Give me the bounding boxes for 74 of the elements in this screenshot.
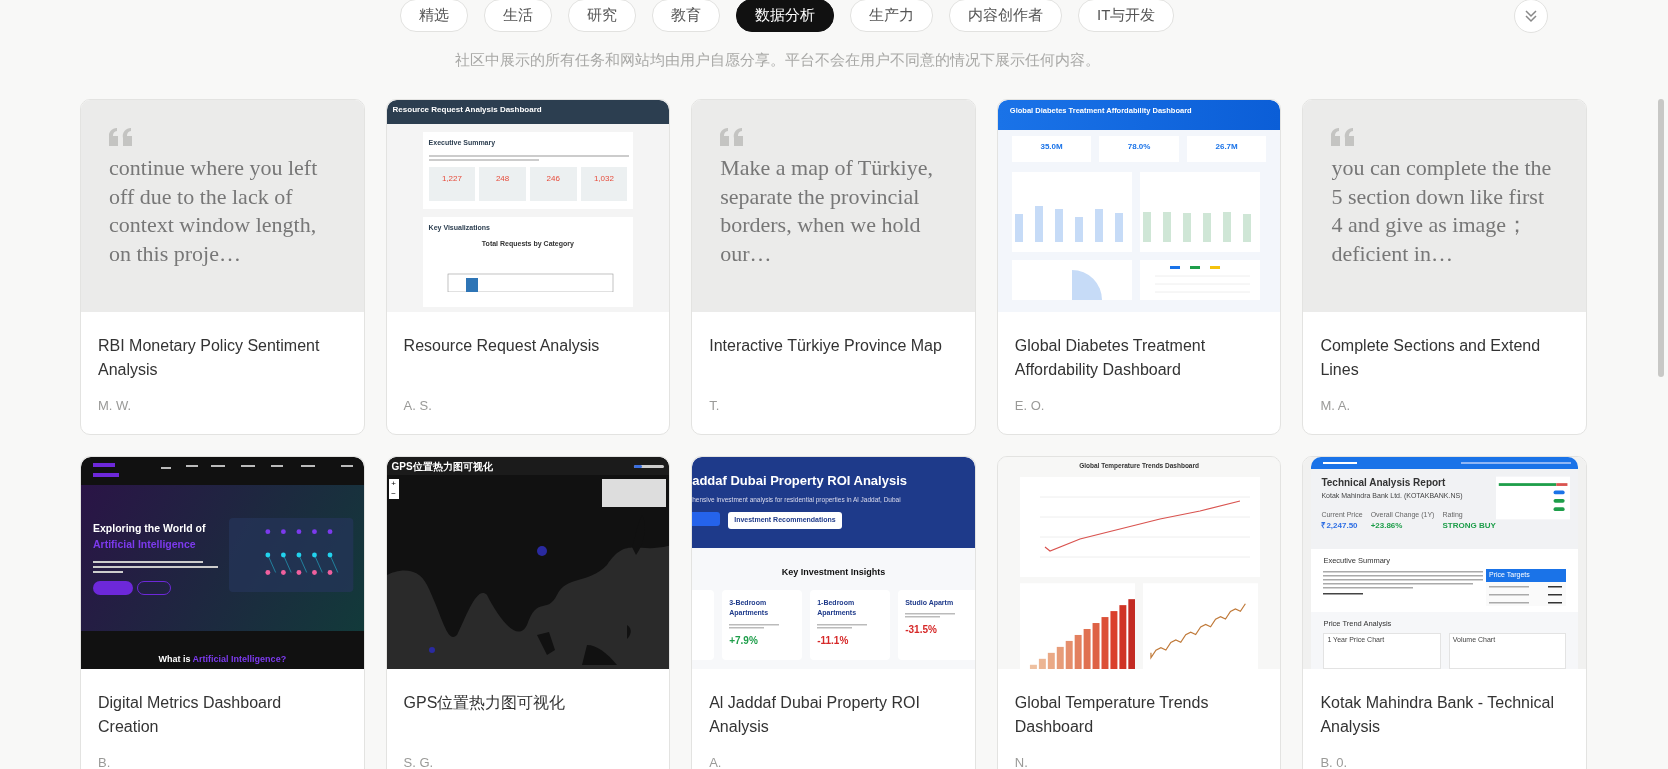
category-tab[interactable]: 教育 [652,0,720,32]
author-name: T. [709,397,721,415]
author-name: E. O. [1014,397,1046,415]
card-title: RBI Monetary Policy Sentiment Analysis [98,336,321,380]
prompt-quote: Make a map of Türkiye, separate the provincial borders, when we hold our… [720,154,934,268]
category-tab[interactable]: 内容创作者 [949,0,1062,32]
prompt-quote: continue where you left off due to the lack of context window length, on this proje… [109,154,319,268]
insight-card [692,589,715,660]
category-tab[interactable]: 精选 [400,0,468,32]
author-name: M. W. [98,397,133,415]
dashboard-title: Resource Request Analysis Dashboard [392,104,543,116]
task-card[interactable]: Make a map of Türkiye, separate the provincial borders, when we hold our… Interactive Türkiye Province Map T. [691,99,976,435]
stat-value: 1,227 [440,172,463,185]
author-name: A. [709,754,723,769]
section-heading: What is Artificial Intelligence? [157,653,288,666]
report-title: Technical Analysis Report [1321,476,1447,490]
text-lines-drawing [729,622,780,629]
author-name: B. [98,754,112,769]
author-name: S. G. [403,754,435,769]
page-title: addaf Dubai Property ROI Analysis [692,472,908,490]
stat-value: 248 [494,172,511,185]
card-title: Resource Request Analysis [403,336,601,356]
author-name: A. S. [403,397,433,415]
metric-value: +23.86% [1370,520,1403,532]
section-heading: Key Investment Insights [780,566,887,579]
text-lines-drawing [905,612,956,618]
scrollbar-thumb[interactable] [1658,99,1664,377]
map-title: GPS位置热力图可视化 [391,459,493,474]
category-tab[interactable]: 研究 [568,0,636,32]
zoom-in-button[interactable]: + [388,479,399,489]
metric-value: ₹2,247.50 [1321,520,1358,532]
hero-heading: Exploring the World of [93,521,207,536]
slider-fill[interactable] [634,464,642,468]
hero-heading-accent: Artificial Intelligence [93,536,197,552]
stat-value: 78.0% [1126,141,1152,153]
metric-value: STRONG BUY [1442,520,1496,532]
card-title: Global Diabetes Treatment Affordability Dashboard [1014,336,1207,380]
task-card[interactable]: GPS位置热力图可视化 + − GPS位置热力图可视化 S. G. [385,456,671,769]
stat-value: 26.7M [1214,141,1239,153]
prompt-quote: you can complete the the 5 section down like first 4 and give as image；deficient in… [1331,154,1553,268]
author-name: N. [1014,754,1029,769]
author-name: B. 0. [1320,754,1349,769]
change-value: -11.1% [817,633,849,648]
quote-icon [109,126,135,146]
category-tab[interactable]: 数据分析 [736,0,834,32]
change-value: -31.5% [905,623,937,637]
learn-button[interactable] [93,580,133,595]
legend-panel [602,479,667,507]
stat-value: 35.0M [1039,141,1064,153]
author-name: M. A. [1320,397,1351,415]
card-title: Digital Metrics Dashboard Creation [98,693,283,737]
double-chevron-down-icon [1524,9,1538,23]
stat-value: 1,032 [592,172,615,185]
expand-button[interactable] [1514,0,1548,33]
text-lines-drawing [817,622,868,629]
card-title: GPS位置热力图可视化 [403,693,567,713]
analysis-button[interactable] [692,512,721,527]
task-card[interactable] [691,456,976,769]
zoom-out-button[interactable]: − [388,489,399,499]
card-title: Global Temperature Trends Dashboard [1014,693,1210,737]
change-value: +7.9% [729,633,758,648]
card-title: Al Jaddaf Dubai Property ROI Analysis [709,693,921,737]
notice-text: 社区中展示的所有任务和网站均由用户自愿分享。平台不会在用户不同意的情况下展示任何内容。 [454,50,1101,69]
stat-value: 246 [545,172,561,185]
task-card[interactable] [1302,456,1587,769]
card-title: Interactive Türkiye Province Map [709,336,943,356]
category-tab[interactable]: IT与开发 [1078,0,1175,32]
card-title: Kotak Mahindra Bank - Technical Analysis [1320,693,1555,737]
task-card[interactable]: Exploring the World of Artificial Intelligence What is Artificial Intelligence? Digital Metrics Dashboard Creation B. [80,456,365,769]
task-card[interactable]: you can complete the the 5 section down like first 4 and give as image；deficient in… Complete Sections and Extend Lines M. A. [1302,99,1587,435]
category-tab[interactable]: 生活 [484,0,552,32]
task-card[interactable]: continue where you left off due to the lack of context window length, on this proje… RBI Monetary Policy Sentiment Analysis M. W. [80,99,365,435]
card-title: Complete Sections and Extend Lines [1320,336,1542,380]
category-tab[interactable]: 生产力 [850,0,933,32]
